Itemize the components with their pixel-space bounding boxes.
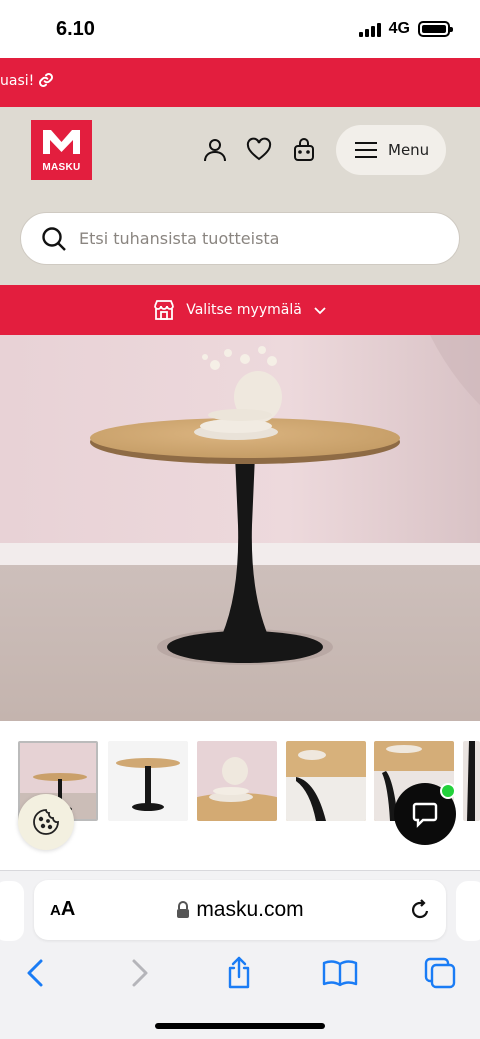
status-bar: 6.10 4G <box>0 0 480 58</box>
search-icon <box>42 226 66 251</box>
thumbnail-3[interactable] <box>197 741 277 821</box>
product-main-image[interactable] <box>0 335 480 721</box>
thumbnail-image <box>463 741 480 821</box>
lock-icon <box>177 901 190 918</box>
browser-toolbar: AA masku.com <box>0 870 480 1039</box>
share-icon <box>228 956 250 989</box>
thumbnail-image <box>108 741 188 821</box>
thumbnail-image <box>197 741 277 821</box>
thumbnail-image <box>286 741 366 821</box>
signal-icon <box>358 21 381 37</box>
promo-text: uasi! <box>0 73 35 89</box>
back-button[interactable] <box>17 955 53 991</box>
cookie-settings-button[interactable] <box>18 794 74 850</box>
home-indicator <box>155 1023 325 1029</box>
link-icon[interactable] <box>38 72 54 88</box>
page: 6.10 4G uasi! MASKU Menu Etsi tuhansista… <box>0 0 480 1039</box>
site-header: MASKU Menu Etsi tuhansista tuotteista <box>0 107 480 285</box>
thumbnail-4[interactable] <box>286 741 366 821</box>
status-time: 6.10 <box>56 18 95 40</box>
status-indicators: 4G <box>358 20 453 38</box>
user-icon[interactable] <box>202 137 228 163</box>
next-tab-preview[interactable] <box>456 881 480 941</box>
store-icon <box>154 300 175 320</box>
hamburger-icon <box>355 142 377 158</box>
url-text: masku.com <box>196 898 304 921</box>
reload-icon[interactable] <box>408 898 432 922</box>
menu-label: Menu <box>388 141 430 159</box>
promo-banner[interactable]: uasi! <box>0 58 480 107</box>
shopping-bag-icon[interactable] <box>291 137 317 163</box>
tabs-icon <box>424 957 456 989</box>
forward-button[interactable] <box>122 955 158 991</box>
chat-button[interactable] <box>394 783 456 845</box>
previous-tab-preview[interactable] <box>0 881 24 941</box>
menu-button[interactable]: Menu <box>336 125 446 175</box>
browser-nav-row <box>0 949 480 995</box>
address-bar[interactable]: AA masku.com <box>34 880 446 940</box>
bookmarks-icon <box>322 960 358 987</box>
thumbnail-2[interactable] <box>108 741 188 821</box>
masku-logo[interactable]: MASKU <box>31 120 92 180</box>
logo-text: MASKU <box>42 162 81 173</box>
forward-icon <box>132 959 148 987</box>
search-placeholder: Etsi tuhansista tuotteista <box>79 229 280 248</box>
store-label: Valitse myymälä <box>186 302 302 318</box>
share-button[interactable] <box>221 955 257 991</box>
search-input[interactable]: Etsi tuhansista tuotteista <box>20 212 460 265</box>
store-selector[interactable]: Valitse myymälä <box>0 285 480 335</box>
product-photo <box>0 335 480 721</box>
online-indicator <box>440 783 456 799</box>
chevron-down-icon <box>314 307 326 315</box>
tabs-button[interactable] <box>422 955 458 991</box>
chat-icon <box>412 802 438 828</box>
logo-m-icon <box>43 130 80 154</box>
thumbnail-gallery <box>0 721 480 850</box>
thumbnail-6[interactable] <box>463 741 480 821</box>
network-type: 4G <box>388 20 410 37</box>
battery-icon <box>418 21 453 37</box>
heart-icon[interactable] <box>246 137 272 163</box>
bookmarks-button[interactable] <box>322 955 358 991</box>
url-display: masku.com <box>34 880 446 940</box>
cookie-icon <box>33 809 59 835</box>
back-icon <box>27 959 43 987</box>
